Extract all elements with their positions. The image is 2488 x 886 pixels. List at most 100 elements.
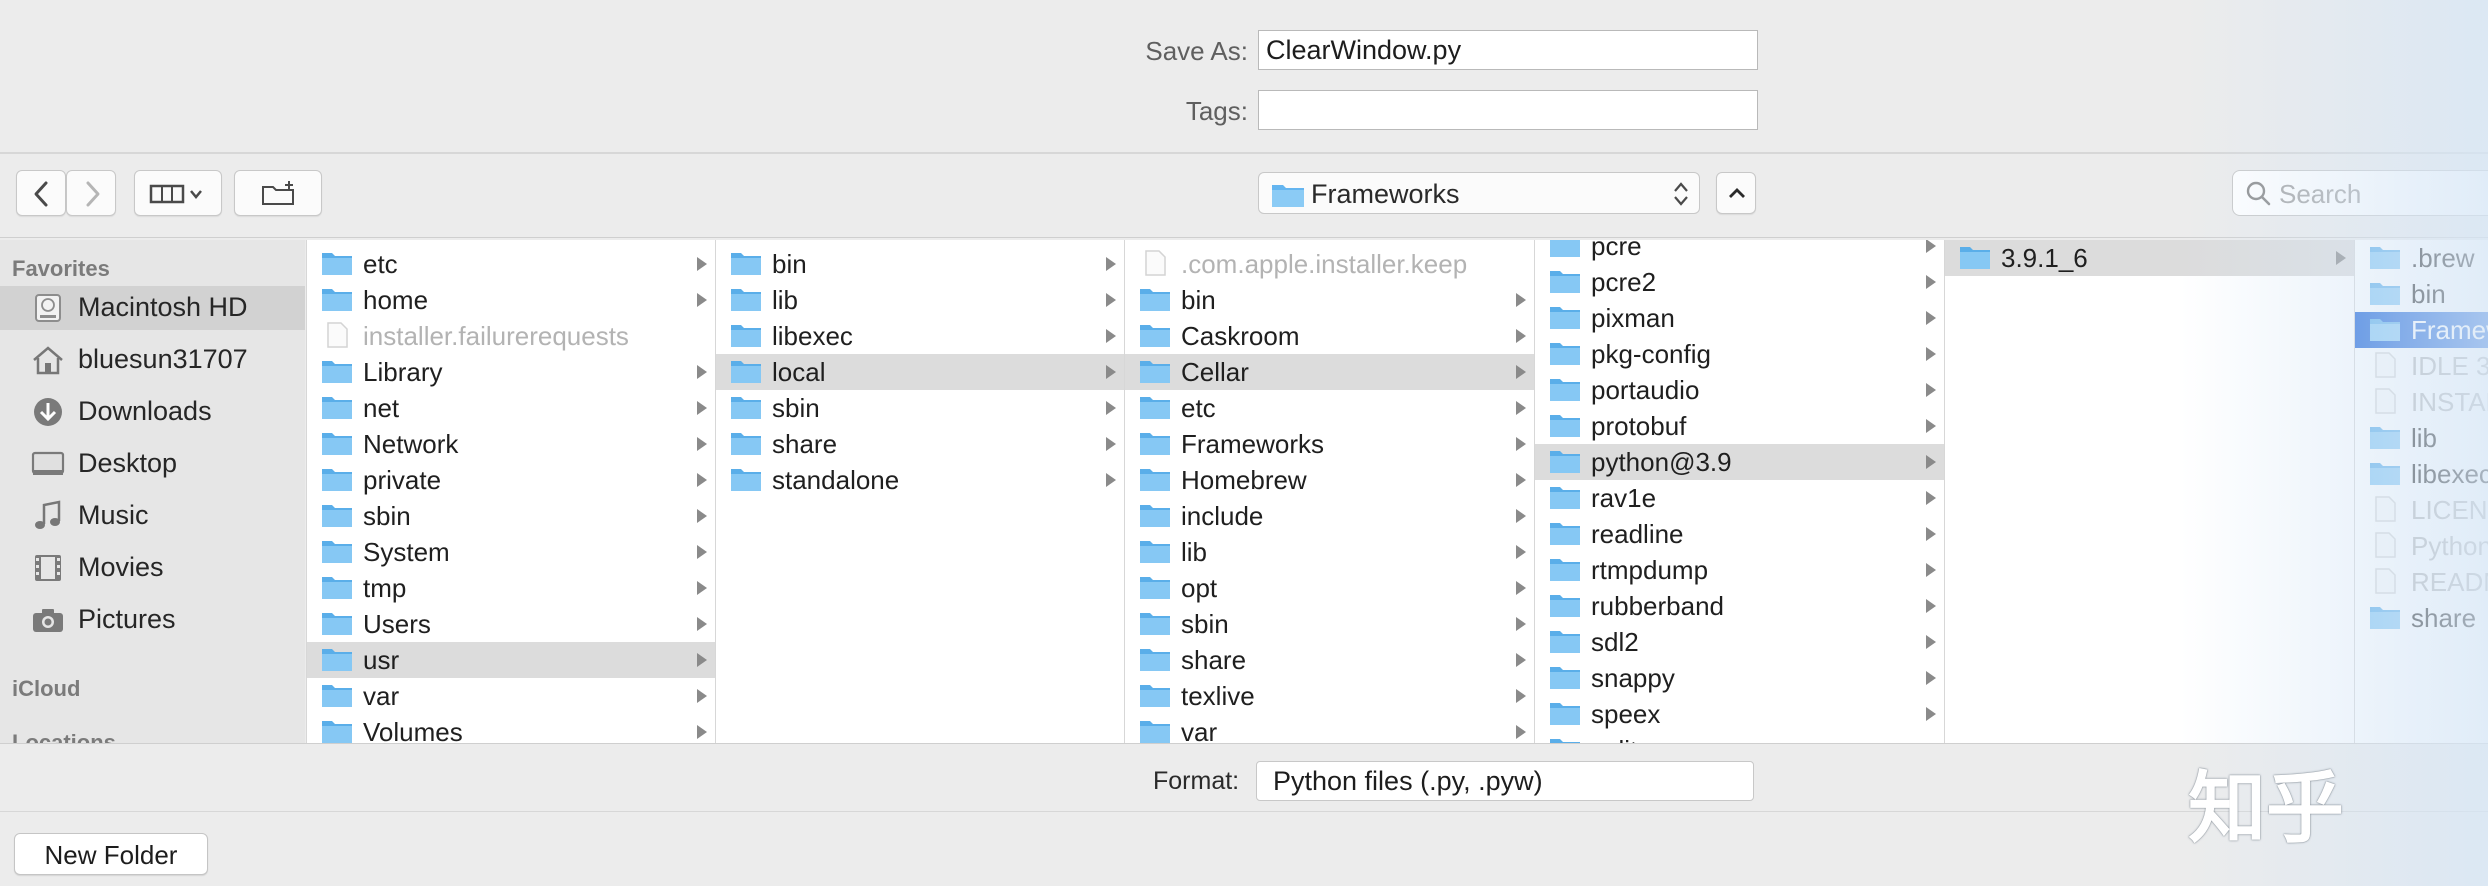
- folder-row[interactable]: share: [1125, 642, 1534, 678]
- folder-row[interactable]: sbin: [716, 390, 1124, 426]
- sidebar-item-desktop[interactable]: Desktop: [0, 442, 305, 486]
- item-name: snappy: [1591, 663, 1675, 693]
- folder-row[interactable]: protobuf: [1535, 408, 1944, 444]
- collapse-button[interactable]: [1716, 172, 1756, 214]
- view-mode-button[interactable]: [134, 170, 222, 216]
- folder-row[interactable]: sbin: [307, 498, 715, 534]
- folder-row[interactable]: private: [307, 462, 715, 498]
- folder-row[interactable]: lib: [2355, 420, 2488, 456]
- folder-row[interactable]: usr: [307, 642, 715, 678]
- folder-row[interactable]: pcre: [1535, 240, 1944, 264]
- new-folder-toolbar-button[interactable]: [234, 170, 322, 216]
- folder-row[interactable]: System: [307, 534, 715, 570]
- folder-row[interactable]: 3.9.1_6: [1945, 240, 2354, 276]
- new-folder-button[interactable]: New Folder: [14, 833, 208, 875]
- folder-row[interactable]: sbin: [1125, 606, 1534, 642]
- folder-row[interactable]: net: [307, 390, 715, 426]
- item-name: rav1e: [1591, 483, 1657, 513]
- sidebar-header-locations: Locations: [12, 730, 116, 743]
- item-name: System: [363, 537, 450, 567]
- item-name: speex: [1591, 699, 1661, 729]
- folder-row[interactable]: libexec: [2355, 456, 2488, 492]
- location-popup[interactable]: Frameworks: [1258, 172, 1700, 214]
- file-icon: [2375, 496, 2396, 522]
- search-field[interactable]: Search: [2232, 170, 2488, 216]
- file-row[interactable]: .com.apple.installer.keep: [1125, 246, 1534, 282]
- folder-row[interactable]: rav1e: [1535, 480, 1944, 516]
- folder-row[interactable]: lib: [716, 282, 1124, 318]
- back-button[interactable]: [16, 170, 66, 216]
- folder-row[interactable]: var: [1125, 714, 1534, 743]
- folder-row[interactable]: rtmpdump: [1535, 552, 1944, 588]
- folder-row[interactable]: Users: [307, 606, 715, 642]
- sidebar-item-pictures[interactable]: Pictures: [0, 598, 305, 642]
- file-row[interactable]: Python: [2355, 528, 2488, 564]
- folder-row[interactable]: etc: [1125, 390, 1534, 426]
- folder-row[interactable]: bin: [1125, 282, 1534, 318]
- folder-row[interactable]: texlive: [1125, 678, 1534, 714]
- folder-icon: [1140, 685, 1170, 707]
- folder-row[interactable]: sdl2: [1535, 624, 1944, 660]
- folder-row[interactable]: opt: [1125, 570, 1534, 606]
- sidebar: Favorites Macintosh HD bluesun31707 Down…: [0, 240, 305, 743]
- sidebar-item-macintosh-hd[interactable]: Macintosh HD: [0, 286, 305, 330]
- sidebar-item-downloads[interactable]: Downloads: [0, 390, 305, 434]
- folder-row[interactable]: pkg-config: [1535, 336, 1944, 372]
- sidebar-item-music[interactable]: Music: [0, 494, 305, 538]
- folder-row[interactable]: var: [307, 678, 715, 714]
- item-name: readline: [1591, 519, 1684, 549]
- folder-row[interactable]: share: [716, 426, 1124, 462]
- folder-row[interactable]: bin: [716, 246, 1124, 282]
- folder-row[interactable]: Caskroom: [1125, 318, 1534, 354]
- folder-row[interactable]: Frameworks: [1125, 426, 1534, 462]
- folder-icon: [1550, 523, 1580, 545]
- folder-row[interactable]: snappy: [1535, 660, 1944, 696]
- folder-row[interactable]: Volumes: [307, 714, 715, 743]
- folder-row[interactable]: pcre2: [1535, 264, 1944, 300]
- folder-row[interactable]: pixman: [1535, 300, 1944, 336]
- tags-field[interactable]: [1258, 90, 1758, 130]
- sidebar-item-label: Pictures: [78, 604, 176, 634]
- folder-row[interactable]: portaudio: [1535, 372, 1944, 408]
- folder-row[interactable]: python@3.9: [1535, 444, 1944, 480]
- format-popup[interactable]: Python files (.py, .pyw): [1256, 761, 1754, 801]
- folder-row[interactable]: .brew: [2355, 240, 2488, 276]
- file-row[interactable]: READM: [2355, 564, 2488, 600]
- folder-row[interactable]: readline: [1535, 516, 1944, 552]
- forward-button[interactable]: [66, 170, 116, 216]
- folder-row[interactable]: Cellar: [1125, 354, 1534, 390]
- folder-row[interactable]: Homebrew: [1125, 462, 1534, 498]
- folder-row[interactable]: tmp: [307, 570, 715, 606]
- sidebar-item-movies[interactable]: Movies: [0, 546, 305, 590]
- file-row[interactable]: INSTAL: [2355, 384, 2488, 420]
- disclosure-arrow-icon: [1926, 671, 1936, 685]
- folder-row[interactable]: Network: [307, 426, 715, 462]
- filename-field[interactable]: [1258, 30, 1758, 70]
- folder-row[interactable]: share: [2355, 600, 2488, 636]
- folder-row[interactable]: local: [716, 354, 1124, 390]
- folder-icon: [322, 721, 352, 743]
- folder-row[interactable]: home: [307, 282, 715, 318]
- folder-row[interactable]: include: [1125, 498, 1534, 534]
- sidebar-item-home[interactable]: bluesun31707: [0, 338, 305, 382]
- folder-row[interactable]: libexec: [716, 318, 1124, 354]
- folder-icon: [1550, 559, 1580, 581]
- disclosure-arrow-icon: [1926, 563, 1936, 577]
- file-row[interactable]: IDLE 3: [2355, 348, 2488, 384]
- folder-row[interactable]: sqlite: [1535, 732, 1944, 743]
- file-icon: [327, 322, 348, 348]
- folder-row[interactable]: etc: [307, 246, 715, 282]
- folder-row[interactable]: bin: [2355, 276, 2488, 312]
- folder-row[interactable]: rubberband: [1535, 588, 1944, 624]
- folder-row[interactable]: Framew: [2355, 312, 2488, 348]
- folder-row[interactable]: speex: [1535, 696, 1944, 732]
- file-row[interactable]: LICENS: [2355, 492, 2488, 528]
- folder-row[interactable]: lib: [1125, 534, 1534, 570]
- folder-row[interactable]: Library: [307, 354, 715, 390]
- folder-icon: [1550, 703, 1580, 725]
- folder-icon: [322, 541, 352, 563]
- item-name: bin: [1181, 285, 1216, 315]
- up-down-arrows-icon: [1674, 182, 1688, 206]
- folder-row[interactable]: standalone: [716, 462, 1124, 498]
- file-row[interactable]: installer.failurerequests: [307, 318, 715, 354]
